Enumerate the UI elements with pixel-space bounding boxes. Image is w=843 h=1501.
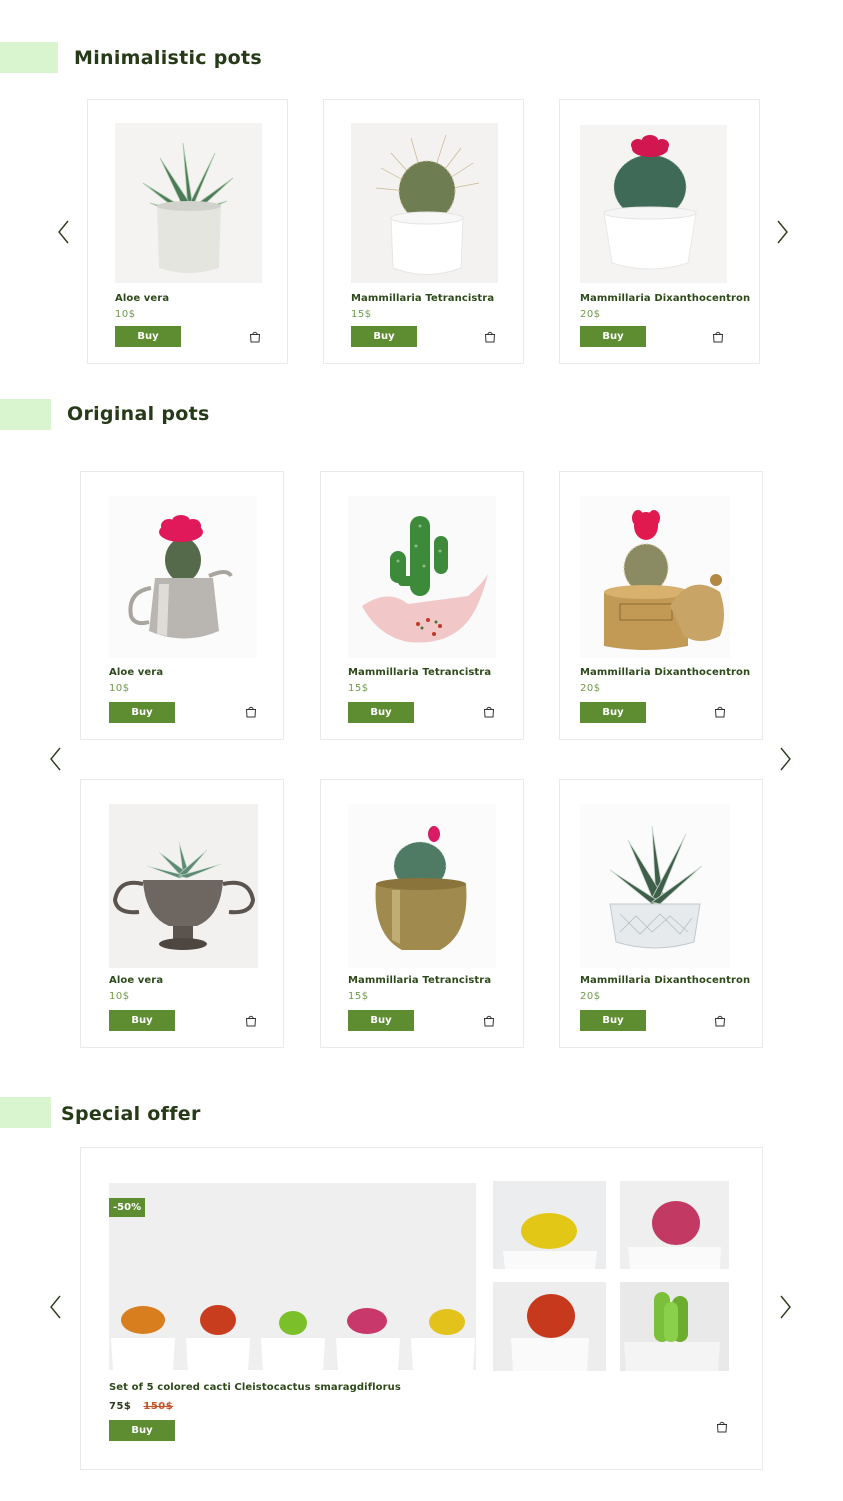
buy-button[interactable]: Buy (580, 702, 646, 723)
product-image (109, 804, 258, 968)
buy-button[interactable]: Buy (348, 1010, 414, 1031)
product-name[interactable]: Aloe vera (109, 667, 163, 678)
carousel-prev-arrow[interactable] (48, 746, 64, 772)
chevron-left-icon (50, 747, 61, 771)
special-offer-price-row: 75$ 150$ (109, 1401, 173, 1412)
carousel-prev-arrow[interactable] (56, 219, 72, 245)
shopping-bag-icon[interactable] (483, 706, 495, 718)
shopping-bag-icon[interactable] (483, 1015, 495, 1027)
buy-button[interactable]: Buy (348, 702, 414, 723)
discount-badge: -50% (109, 1198, 146, 1217)
product-name[interactable]: Mammillaria Dixanthocentron (580, 975, 750, 986)
product-price: 10$ (109, 683, 130, 694)
buy-button[interactable]: Buy (351, 326, 417, 347)
buy-button[interactable]: Buy (109, 702, 175, 723)
product-name[interactable]: Mammillaria Dixanthocentron (580, 293, 750, 304)
product-price: 20$ (580, 309, 601, 320)
shopping-bag-icon[interactable] (249, 331, 261, 343)
section-title-special: Special offer (61, 1103, 201, 1125)
product-image (115, 123, 262, 283)
product-card[interactable]: Mammillaria Dixanthocentron 20$ Buy (559, 99, 760, 364)
carousel-prev-arrow[interactable] (48, 1294, 64, 1320)
chevron-left-icon (50, 1295, 61, 1319)
product-name[interactable]: Aloe vera (115, 293, 169, 304)
section-title-original: Original pots (67, 403, 210, 425)
special-offer-name[interactable]: Set of 5 colored cacti Cleistocactus sma… (109, 1382, 401, 1393)
shopping-bag-icon[interactable] (714, 706, 726, 718)
product-name[interactable]: Mammillaria Tetrancistra (348, 975, 491, 986)
buy-button[interactable]: Buy (109, 1420, 175, 1441)
product-card[interactable]: Mammillaria Dixanthocentron 20$ Buy (559, 471, 763, 740)
product-price: 15$ (351, 309, 372, 320)
product-image (580, 125, 727, 283)
buy-button[interactable]: Buy (115, 326, 181, 347)
product-image (580, 496, 730, 658)
product-price: 20$ (580, 991, 601, 1002)
shopping-bag-icon[interactable] (484, 331, 496, 343)
product-card[interactable]: Aloe vera 10$ Buy (80, 471, 284, 740)
shopping-bag-icon[interactable] (714, 1015, 726, 1027)
product-image (109, 496, 257, 658)
shopping-bag-icon[interactable] (712, 331, 724, 343)
product-card[interactable]: Aloe vera 10$ Buy (80, 779, 284, 1048)
product-card[interactable]: Mammillaria Tetrancistra 15$ Buy (320, 471, 524, 740)
special-offer-price: 75$ (109, 1401, 132, 1412)
product-card[interactable]: Aloe vera 10$ Buy (87, 99, 288, 364)
carousel-next-arrow[interactable] (777, 746, 793, 772)
section-accent-bar (0, 42, 58, 73)
product-card[interactable]: Mammillaria Tetrancistra 15$ Buy (320, 779, 524, 1048)
product-image (348, 804, 496, 968)
buy-button[interactable]: Buy (580, 1010, 646, 1031)
product-price: 10$ (115, 309, 136, 320)
product-image (351, 123, 498, 283)
special-offer-thumbnail[interactable] (493, 1181, 606, 1269)
product-image (580, 804, 730, 968)
special-offer-card[interactable]: -50% Set of 5 colored cacti Cleistocactu… (80, 1147, 763, 1470)
shopping-bag-icon[interactable] (245, 1015, 257, 1027)
chevron-left-icon (58, 220, 69, 244)
product-name[interactable]: Aloe vera (109, 975, 163, 986)
special-offer-thumbnail[interactable] (620, 1181, 729, 1269)
shopping-bag-icon[interactable] (716, 1421, 728, 1433)
product-card[interactable]: Mammillaria Dixanthocentron 20$ Buy (559, 779, 763, 1048)
product-price: 10$ (109, 991, 130, 1002)
carousel-next-arrow[interactable] (774, 219, 790, 245)
product-image (348, 496, 496, 658)
chevron-right-icon (777, 220, 788, 244)
special-offer-thumbnail[interactable] (620, 1282, 729, 1371)
chevron-right-icon (780, 747, 791, 771)
product-name[interactable]: Mammillaria Dixanthocentron (580, 667, 750, 678)
section-accent-bar (0, 399, 51, 430)
special-offer-old-price: 150$ (143, 1401, 174, 1412)
buy-button[interactable]: Buy (580, 326, 646, 347)
product-price: 20$ (580, 683, 601, 694)
product-name[interactable]: Mammillaria Tetrancistra (351, 293, 494, 304)
section-accent-bar (0, 1097, 51, 1128)
special-offer-thumbnail[interactable] (493, 1282, 606, 1371)
carousel-next-arrow[interactable] (777, 1294, 793, 1320)
shopping-bag-icon[interactable] (245, 706, 257, 718)
product-price: 15$ (348, 991, 369, 1002)
chevron-right-icon (780, 1295, 791, 1319)
buy-button[interactable]: Buy (109, 1010, 175, 1031)
product-price: 15$ (348, 683, 369, 694)
product-card[interactable]: Mammillaria Tetrancistra 15$ Buy (323, 99, 524, 364)
product-name[interactable]: Mammillaria Tetrancistra (348, 667, 491, 678)
special-offer-main-image (109, 1183, 476, 1370)
section-title-minimalistic: Minimalistic pots (74, 47, 263, 69)
